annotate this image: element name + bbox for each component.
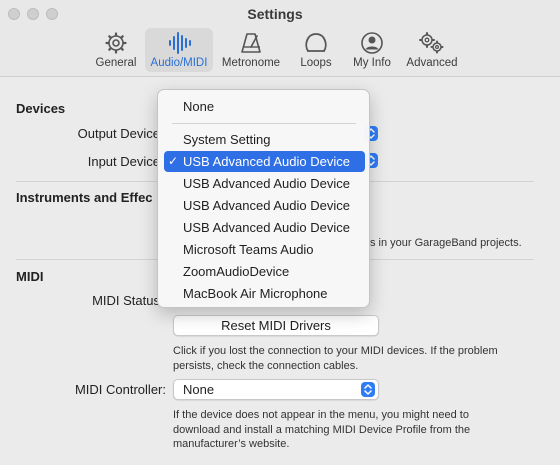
tab-advanced[interactable]: Advanced <box>400 28 464 72</box>
midi-heading: MIDI <box>16 269 44 284</box>
input-device-label: Input Device <box>87 154 160 169</box>
chevron-updown-icon <box>364 384 372 395</box>
instruments-heading: Instruments and Effec <box>16 190 153 205</box>
midi-controller-value: None <box>183 382 215 397</box>
midi-status-label: MIDI Status <box>92 293 160 308</box>
instruments-description: s in your GarageBand projects. <box>370 237 522 249</box>
menu-item-usb-advanced-audio-device[interactable]: USB Advanced Audio Device <box>164 173 365 194</box>
menu-item-zoom-audio-device[interactable]: ZoomAudioDevice <box>164 261 365 282</box>
input-device-menu: None System Setting ✓ USB Advanced Audio… <box>157 89 370 308</box>
tab-advanced-label: Advanced <box>406 57 458 69</box>
menu-item-none[interactable]: None <box>164 96 365 117</box>
audio-waveform-icon <box>169 32 191 54</box>
checkmark-icon: ✓ <box>168 154 179 168</box>
menu-item-usb-advanced-audio-device-selected[interactable]: ✓ USB Advanced Audio Device <box>164 151 365 172</box>
midi-controller-label: MIDI Controller: <box>74 382 166 397</box>
gear-icon <box>105 32 127 54</box>
person-icon <box>361 32 383 54</box>
output-device-label: Output Device <box>77 126 160 141</box>
window-title: Settings <box>247 6 303 22</box>
menu-separator <box>172 123 356 124</box>
gears-icon <box>419 32 444 54</box>
menu-item-microsoft-teams-audio[interactable]: Microsoft Teams Audio <box>164 239 365 260</box>
tab-audio-midi[interactable]: Audio/MIDI <box>145 28 213 72</box>
menu-item-macbook-air-microphone[interactable]: MacBook Air Microphone <box>164 283 365 304</box>
menu-item-system-setting[interactable]: System Setting <box>164 129 365 150</box>
menu-item-usb-advanced-audio-device[interactable]: USB Advanced Audio Device <box>164 195 365 216</box>
reset-midi-help: Click if you lost the connection to your… <box>173 345 498 372</box>
midi-controller-popup[interactable]: None <box>173 379 379 400</box>
loops-icon <box>305 33 327 52</box>
metronome-icon <box>241 33 261 53</box>
window-toolbar: Settings General Audio/MIDI Metronome Lo… <box>0 0 560 77</box>
midi-controller-help: If the device does not appear in the men… <box>173 409 471 450</box>
midi-controller-stepper <box>361 382 375 397</box>
menu-item-usb-advanced-audio-device[interactable]: USB Advanced Audio Device <box>164 217 365 238</box>
devices-heading: Devices <box>16 101 66 116</box>
reset-midi-drivers-button[interactable]: Reset MIDI Drivers <box>173 315 379 336</box>
